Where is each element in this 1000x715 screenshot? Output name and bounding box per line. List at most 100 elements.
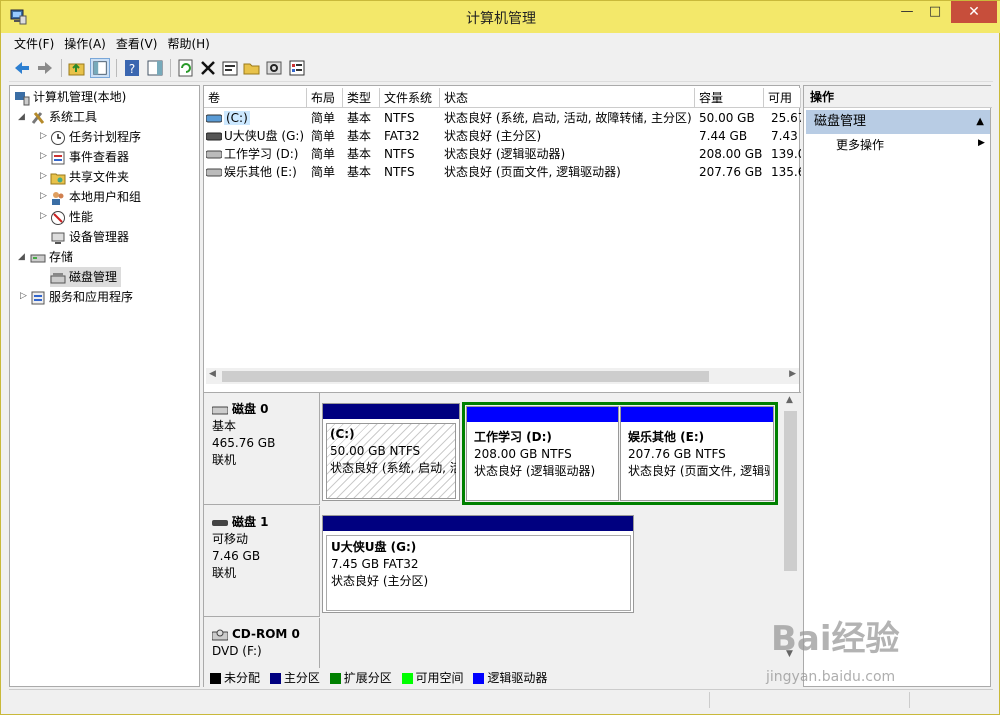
partition-g[interactable]: U大侠U盘 (G:) 7.45 GB FAT32 状态良好 (主分区): [322, 515, 634, 613]
menu-action[interactable]: 操作(A): [59, 33, 111, 54]
scroll-thumb[interactable]: [222, 371, 709, 382]
partition-status: 状态良好 (系统, 启动, 活: [330, 461, 456, 475]
tree-item-root[interactable]: 计算机管理(本地): [14, 87, 126, 107]
tree-item-services-apps[interactable]: 服务和应用程序: [30, 287, 133, 307]
volume-row[interactable]: 娱乐其他 (E:) 简单 基本 NTFS 状态良好 (页面文件, 逻辑驱动器) …: [204, 163, 801, 181]
column-header-type[interactable]: 类型: [343, 88, 380, 108]
settings-list-icon[interactable]: [287, 58, 307, 78]
minimize-button[interactable]: —: [893, 1, 921, 23]
disk-state: 联机: [212, 566, 237, 580]
tree-item-event-viewer[interactable]: 事件查看器: [50, 147, 129, 167]
volume-name: U大侠U盘 (G:): [224, 129, 305, 143]
collapse-up-icon[interactable]: ▲: [976, 110, 984, 134]
scroll-right-icon[interactable]: ▶: [789, 369, 796, 379]
horizontal-scrollbar[interactable]: ◀ ▶: [206, 368, 799, 384]
more-actions-item[interactable]: 更多操作: [836, 136, 884, 153]
volume-type: 基本: [347, 147, 372, 161]
column-header-filesystem[interactable]: 文件系统: [380, 88, 440, 108]
volume-capacity: 50.00 GB: [699, 111, 755, 125]
show-hide-action-pane-icon[interactable]: [145, 58, 165, 78]
shared-folder-icon: [50, 173, 66, 184]
disk-name: CD-ROM 0: [232, 627, 300, 641]
tree-item-storage[interactable]: 存储: [30, 247, 73, 267]
maximize-button[interactable]: □: [921, 1, 949, 23]
storage-icon: [30, 254, 46, 262]
tree-item-local-users[interactable]: 本地用户和组: [50, 187, 141, 207]
services-icon: [31, 291, 45, 304]
partition-d[interactable]: 工作学习 (D:) 208.00 GB NTFS 状态良好 (逻辑驱动器): [466, 406, 619, 501]
partition-c[interactable]: (C:) 50.00 GB NTFS 状态良好 (系统, 启动, 活: [322, 403, 460, 501]
actions-pane: 操作 磁盘管理 ▲ 更多操作 ▶: [803, 85, 992, 687]
properties-icon[interactable]: [220, 58, 240, 78]
open-folder-icon[interactable]: [242, 58, 262, 78]
volume-status: 状态良好 (页面文件, 逻辑驱动器): [444, 165, 621, 179]
show-hide-tree-icon[interactable]: [90, 58, 110, 78]
column-header-capacity[interactable]: 容量: [695, 88, 764, 108]
volume-type: 基本: [347, 129, 372, 143]
disk-name: 磁盘 1: [232, 515, 269, 529]
tree-label-root: 计算机管理(本地): [33, 90, 127, 104]
legend-item: 可用空间: [401, 671, 464, 685]
expand-arrow-icon[interactable]: ▷: [40, 211, 47, 221]
menu-view[interactable]: 查看(V): [111, 33, 163, 54]
menu-help[interactable]: 帮助(H): [162, 33, 214, 54]
disk-1-label[interactable]: 磁盘 1 可移动 7.46 GB 联机: [204, 506, 320, 617]
partition-title: 工作学习 (D:): [474, 430, 552, 444]
disk-0-label[interactable]: 磁盘 0 基本 465.76 GB 联机: [204, 393, 320, 505]
volume-capacity: 207.76 GB: [699, 165, 763, 179]
scroll-thumb[interactable]: [784, 411, 797, 571]
navigation-tree: 计算机管理(本地) ◢ 系统工具 ▷ 任务计划程序 ▷ 事件查看器 ▷ 共享文件…: [9, 85, 200, 687]
partition-e[interactable]: 娱乐其他 (E:) 207.76 GB NTFS 状态良好 (页面文件, 逻辑驱: [620, 406, 774, 501]
column-header-volume[interactable]: 卷: [204, 88, 307, 108]
expand-arrow-icon[interactable]: ▷: [40, 171, 47, 181]
volume-layout: 简单: [311, 147, 336, 161]
disk-size: 7.46 GB: [212, 549, 261, 563]
tree-item-shared-folders[interactable]: 共享文件夹: [50, 167, 129, 187]
collapse-arrow-icon[interactable]: ◢: [18, 112, 25, 122]
drive-icon: [206, 132, 222, 141]
volume-status: 状态良好 (逻辑驱动器): [444, 147, 566, 161]
up-folder-icon[interactable]: [67, 58, 87, 78]
tree-item-device-manager[interactable]: 设备管理器: [50, 227, 129, 247]
volume-status: 状态良好 (系统, 启动, 活动, 故障转储, 主分区): [444, 111, 692, 125]
volume-row[interactable]: (C:) 简单 基本 NTFS 状态良好 (系统, 启动, 活动, 故障转储, …: [204, 109, 801, 127]
expand-arrow-icon[interactable]: ▷: [40, 191, 47, 201]
help-icon[interactable]: ?: [122, 58, 142, 78]
status-bar: [9, 689, 993, 709]
menu-file[interactable]: 文件(F): [9, 33, 59, 54]
refresh-icon[interactable]: [176, 58, 196, 78]
expand-arrow-icon[interactable]: ▷: [20, 291, 27, 301]
actions-section-disk-management[interactable]: 磁盘管理 ▲: [806, 110, 990, 134]
expand-arrow-icon[interactable]: ▷: [40, 131, 47, 141]
partition-size: 208.00 GB NTFS: [474, 447, 572, 461]
scroll-left-icon[interactable]: ◀: [209, 369, 216, 379]
forward-icon[interactable]: [35, 58, 55, 78]
legend-swatch: [329, 673, 341, 684]
legend-swatch: [210, 673, 221, 684]
back-icon[interactable]: [12, 58, 32, 78]
tree-item-system-tools[interactable]: 系统工具: [30, 107, 97, 127]
column-header-status[interactable]: 状态: [440, 88, 695, 108]
cdrom-0-label[interactable]: CD-ROM 0 DVD (F:): [204, 618, 320, 668]
legend-swatch: [401, 673, 413, 684]
tree-item-task-scheduler[interactable]: 任务计划程序: [50, 127, 141, 147]
tree-item-disk-management[interactable]: 磁盘管理: [50, 267, 122, 287]
tree-label-local-users: 本地用户和组: [69, 190, 142, 204]
close-button[interactable]: ✕: [951, 1, 997, 23]
submenu-arrow-icon: ▶: [978, 138, 985, 148]
tree-item-performance[interactable]: 性能: [50, 207, 93, 227]
volume-capacity: 7.44 GB: [699, 129, 748, 143]
delete-icon[interactable]: [198, 58, 218, 78]
tree-label-services-apps: 服务和应用程序: [49, 290, 134, 304]
volume-row[interactable]: 工作学习 (D:) 简单 基本 NTFS 状态良好 (逻辑驱动器) 208.00…: [204, 145, 801, 163]
partition-size: 207.76 GB NTFS: [628, 447, 726, 461]
search-disk-icon[interactable]: [264, 58, 284, 78]
volume-layout: 简单: [311, 129, 336, 143]
scroll-up-icon[interactable]: ▲: [786, 395, 793, 405]
column-header-free[interactable]: 可用: [764, 88, 801, 108]
volume-row[interactable]: U大侠U盘 (G:) 简单 基本 FAT32 状态良好 (主分区) 7.44 G…: [204, 127, 801, 145]
expand-arrow-icon[interactable]: ▷: [40, 151, 47, 161]
volume-layout: 简单: [311, 165, 336, 179]
collapse-arrow-icon[interactable]: ◢: [18, 252, 25, 262]
column-header-layout[interactable]: 布局: [307, 88, 343, 108]
